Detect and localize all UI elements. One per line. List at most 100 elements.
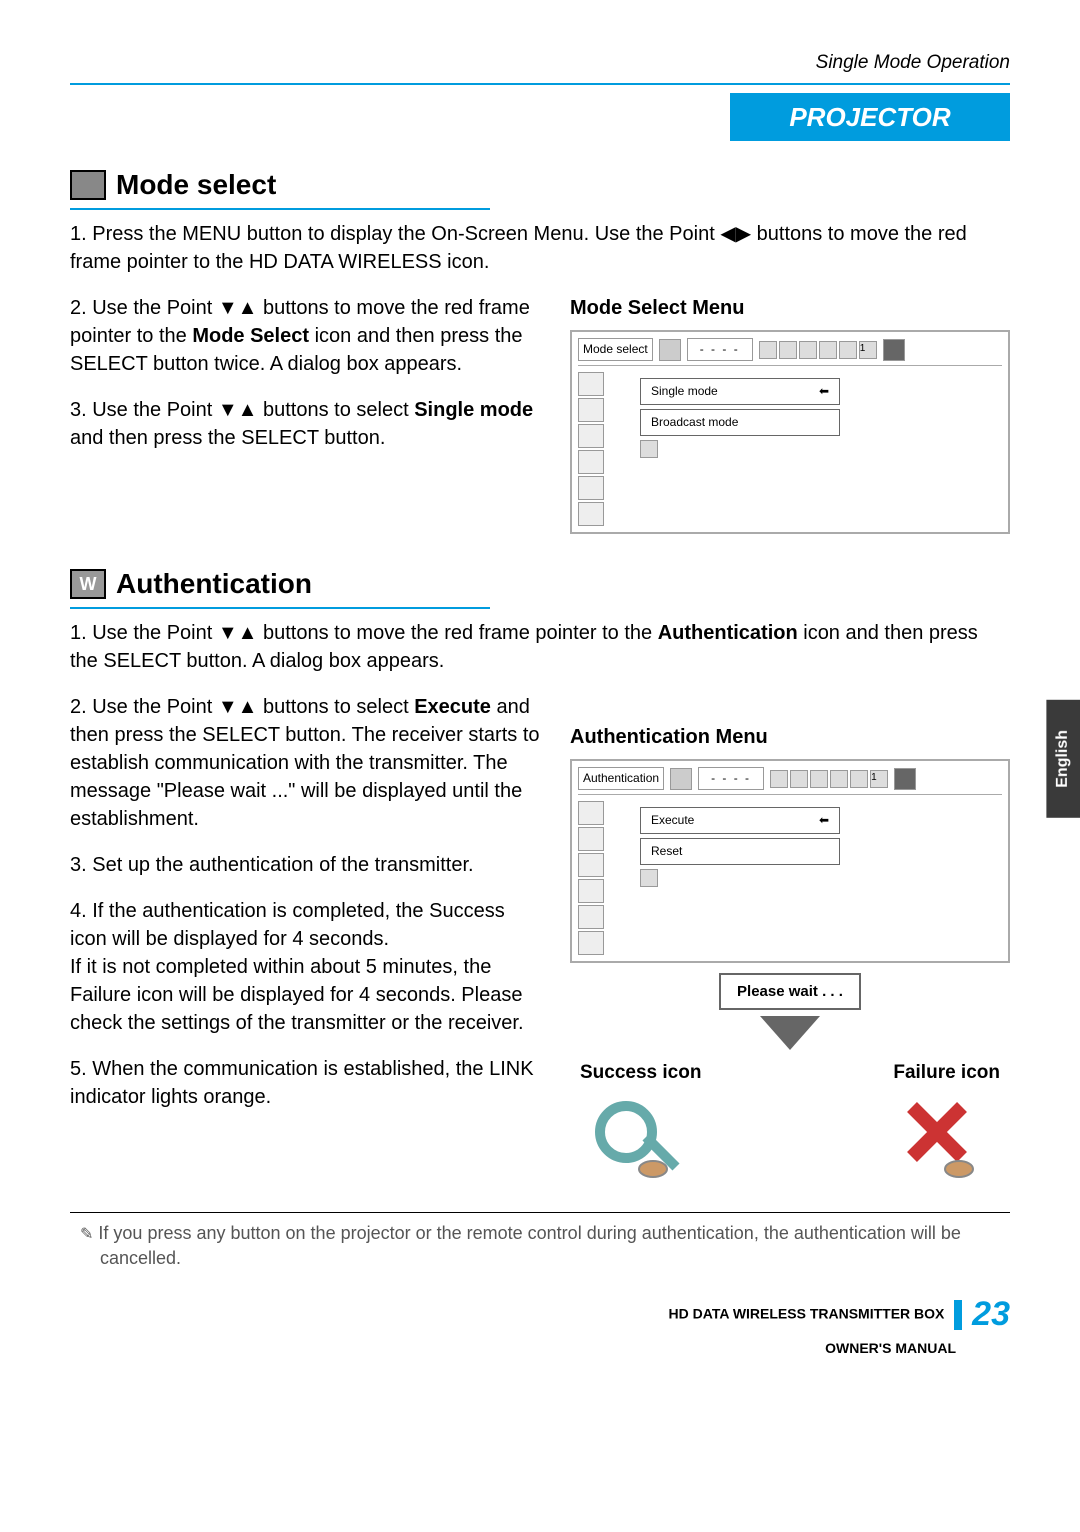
menu-body: Execute⬅ Reset — [578, 801, 1002, 955]
menu-top-bar: Mode select - - - - 1 — [578, 338, 1002, 366]
failure-col: Failure icon — [893, 1060, 1000, 1182]
option-text: Reset — [651, 843, 682, 860]
arrow-left-icon: ⬅ — [819, 383, 829, 400]
side-icon — [578, 476, 604, 500]
side-icon — [578, 502, 604, 526]
small-icon — [790, 770, 808, 788]
english-tab: English — [1046, 700, 1080, 818]
footer: HD DATA WIRELESS TRANSMITTER BOX 23 OWNE… — [70, 1291, 1010, 1358]
footnote-text: If you press any button on the projector… — [98, 1223, 961, 1268]
mode-select-title: Mode select — [116, 165, 276, 204]
option-text: Single mode — [651, 383, 718, 400]
small-icon — [770, 770, 788, 788]
auth-menu-box: Authentication - - - - 1 — [570, 759, 1010, 963]
bold-text: Authentication — [658, 622, 798, 644]
auth-step3: 3. Set up the authentication of the tran… — [70, 851, 542, 879]
small-icon — [759, 341, 777, 359]
authentication-header: W Authentication — [70, 564, 1010, 603]
menu-side-icons — [578, 801, 604, 955]
authentication-title: Authentication — [116, 564, 312, 603]
menu-option-reset: Reset — [640, 838, 840, 865]
side-icon — [578, 398, 604, 422]
mode-select-header: Mode select — [70, 165, 1010, 204]
authentication-icon: W — [70, 569, 106, 599]
auth-step2: 2. Use the Point ▼▲ buttons to select Ex… — [70, 693, 542, 833]
failure-svg — [897, 1097, 997, 1182]
menu-quit-icon — [640, 440, 658, 458]
small-icon — [819, 341, 837, 359]
small-icon — [810, 770, 828, 788]
text: 3. Use the Point ▼▲ buttons to select — [70, 399, 414, 421]
menu-label: Authentication — [578, 767, 664, 790]
small-icon — [779, 341, 797, 359]
section-underline — [70, 208, 490, 210]
side-icon — [578, 853, 604, 877]
menu-option-single: Single mode ⬅ — [640, 378, 840, 405]
projector-banner: PROJECTOR — [730, 93, 1010, 141]
side-icon — [578, 450, 604, 474]
small-icon: 1 — [870, 770, 888, 788]
option-text: Execute — [651, 812, 694, 829]
menu-body: Single mode ⬅ Broadcast mode — [578, 372, 1002, 526]
side-icon — [578, 931, 604, 955]
footer-line2: OWNER'S MANUAL — [825, 1340, 956, 1356]
menu-options: Execute⬅ Reset — [610, 801, 1002, 955]
menu-icon-strip: 1 — [759, 341, 877, 359]
menu-options: Single mode ⬅ Broadcast mode — [610, 372, 1002, 526]
menu-dashes: - - - - — [698, 767, 764, 790]
mode-step2: 2. Use the Point ▼▲ buttons to move the … — [70, 294, 542, 378]
footer-line1: HD DATA WIRELESS TRANSMITTER BOX — [669, 1306, 945, 1322]
bold-text: Mode Select — [192, 325, 309, 347]
bold-text: Single mode — [414, 399, 533, 421]
footnote: ✎ If you press any button on the project… — [70, 1221, 1010, 1272]
small-icon — [830, 770, 848, 788]
result-icons-row: Success icon Failure icon — [570, 1060, 1010, 1182]
menu-end-icon — [883, 339, 905, 361]
success-icon — [591, 1097, 691, 1182]
auth-menu-title: Authentication Menu — [570, 723, 1010, 751]
please-wait-box: Please wait . . . — [719, 973, 861, 1010]
text: and then press the SELECT button. — [70, 427, 385, 449]
mode-step3: 3. Use the Point ▼▲ buttons to select Si… — [70, 396, 542, 452]
footnote-icon: ✎ — [80, 1226, 93, 1243]
menu-side-icons — [578, 372, 604, 526]
section-underline — [70, 607, 490, 609]
small-icon — [799, 341, 817, 359]
success-label: Success icon — [580, 1060, 701, 1087]
menu-option-broadcast: Broadcast mode — [640, 409, 840, 436]
menu-icon — [670, 768, 692, 790]
mode-step1: 1. Press the MENU button to display the … — [70, 220, 1010, 276]
menu-option-execute: Execute⬅ — [640, 807, 840, 834]
side-icon — [578, 424, 604, 448]
failure-icon — [897, 1097, 997, 1182]
small-icon — [839, 341, 857, 359]
side-icon — [578, 827, 604, 851]
footer-marker — [954, 1300, 962, 1330]
side-icon — [578, 801, 604, 825]
text: 1. Use the Point ▼▲ buttons to move the … — [70, 622, 658, 644]
text: 2. Use the Point ▼▲ buttons to select — [70, 696, 414, 718]
menu-quit-icon — [640, 869, 658, 887]
page-number: 23 — [972, 1295, 1010, 1333]
down-arrow-icon — [760, 1016, 820, 1050]
small-icon: 1 — [859, 341, 877, 359]
success-col: Success icon — [580, 1060, 701, 1182]
small-icon — [850, 770, 868, 788]
auth-step4: 4. If the authentication is completed, t… — [70, 897, 542, 1037]
menu-label: Mode select — [578, 338, 653, 361]
mode-menu-box: Mode select - - - - 1 — [570, 330, 1010, 534]
footnote-divider — [70, 1212, 1010, 1213]
bold-text: Execute — [414, 696, 491, 718]
menu-top-bar: Authentication - - - - 1 — [578, 767, 1002, 795]
side-icon — [578, 879, 604, 903]
menu-dashes: - - - - — [687, 338, 753, 361]
top-divider — [70, 83, 1010, 85]
section-label: Single Mode Operation — [70, 50, 1010, 77]
side-icon — [578, 372, 604, 396]
mode-menu-title: Mode Select Menu — [570, 294, 1010, 322]
menu-icon-strip: 1 — [770, 770, 888, 788]
mode-select-icon — [70, 170, 106, 200]
menu-icon — [659, 339, 681, 361]
auth-step1: 1. Use the Point ▼▲ buttons to move the … — [70, 619, 1010, 675]
success-svg — [591, 1097, 691, 1182]
